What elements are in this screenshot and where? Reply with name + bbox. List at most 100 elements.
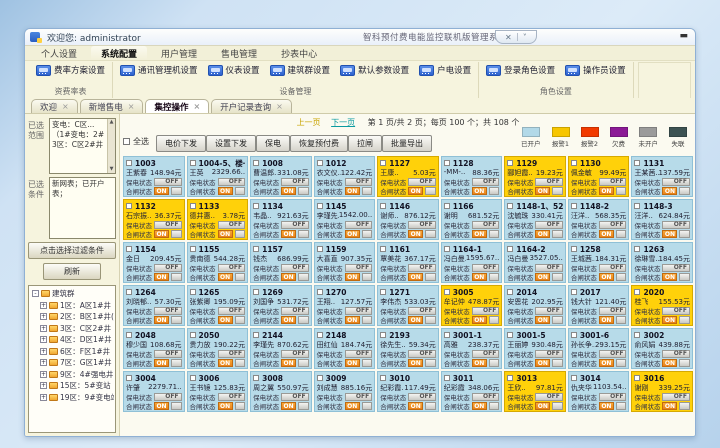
pin-icon[interactable]: ✕	[505, 33, 512, 42]
doc-tab-开户记录查询[interactable]: 开户记录查询×	[211, 99, 292, 113]
keep-status-toggle[interactable]: OFF	[472, 393, 500, 401]
meter-card[interactable]: 1127王康..5.03元保电状态OFF合闸状态ON	[377, 156, 439, 197]
collapse-ribbon-icon[interactable]: ˅	[523, 33, 527, 42]
card-checkbox[interactable]	[190, 203, 196, 209]
switch-status-toggle[interactable]: ON	[218, 273, 233, 281]
meter-card[interactable]: 1129郦妲霞..19.23元保电状态OFF合闸状态ON	[504, 156, 566, 197]
ribbon-button-通讯管理机设置[interactable]: 通讯管理机设置	[120, 64, 198, 76]
meter-card[interactable]: 1145李瑾先..1542.00..保电状态OFF合闸状态ON	[314, 199, 376, 240]
card-checkbox[interactable]	[190, 332, 196, 338]
meter-card[interactable]: 3014仇夹华1103.54..保电状态OFF合闸状态ON	[568, 371, 630, 412]
keep-status-toggle[interactable]: OFF	[281, 221, 309, 229]
ribbon-button-操作员设置[interactable]: 操作员设置	[565, 64, 626, 76]
card-checkbox[interactable]	[380, 289, 386, 295]
meter-card[interactable]: 1164-2冯白曼3527.05..保电状态OFF合闸状态ON	[504, 242, 566, 283]
switch-status-toggle[interactable]: ON	[281, 316, 296, 324]
meter-card[interactable]: 1159大喜直907.35元保电状态OFF合闸状态ON	[314, 242, 376, 283]
card-checkbox[interactable]	[380, 203, 386, 209]
meter-card[interactable]: 2144李瑾先870.62元保电状态OFF合闸状态ON	[250, 328, 312, 369]
switch-status-toggle[interactable]: ON	[281, 230, 296, 238]
keep-status-toggle[interactable]: OFF	[281, 350, 309, 358]
card-checkbox[interactable]	[571, 289, 577, 295]
switch-status-toggle[interactable]: ON	[472, 230, 487, 238]
tree-item[interactable]: +3区：C区2#井（1#变...	[32, 323, 114, 335]
card-checkbox[interactable]	[507, 375, 513, 381]
switch-status-toggle[interactable]: ON	[408, 359, 423, 367]
switch-status-toggle[interactable]: ON	[345, 359, 360, 367]
keep-status-toggle[interactable]: OFF	[218, 393, 246, 401]
card-checkbox[interactable]	[126, 289, 132, 295]
listbox-scrollbar[interactable]: ▲ ▼	[107, 119, 115, 173]
switch-status-toggle[interactable]: ON	[472, 273, 487, 281]
switch-status-toggle[interactable]: ON	[535, 230, 550, 238]
switch-status-toggle[interactable]: ON	[218, 187, 233, 195]
meter-card[interactable]: 1271李伟杰533.03元保电状态OFF合闸状态ON	[377, 285, 439, 326]
switch-status-toggle[interactable]: ON	[599, 273, 614, 281]
ribbon-button-仪表设置[interactable]: 仪表设置	[208, 64, 260, 76]
close-tab-icon[interactable]: ×	[128, 102, 135, 111]
meter-card[interactable]: 1265张紫卿195.09元保电状态OFF合闸状态ON	[187, 285, 249, 326]
switch-status-toggle[interactable]: ON	[154, 273, 169, 281]
switch-status-toggle[interactable]: ON	[345, 316, 360, 324]
card-checkbox[interactable]	[444, 203, 450, 209]
meter-card[interactable]: 1130佩金敏99.49元保电状态OFF合闸状态ON	[568, 156, 630, 197]
ribbon-tab-售电管理[interactable]: 售电管理	[211, 46, 267, 60]
switch-status-toggle[interactable]: ON	[281, 359, 296, 367]
tree-item[interactable]: +2区：B区1#井(B区1#...	[32, 311, 114, 323]
card-checkbox[interactable]	[253, 203, 259, 209]
card-checkbox[interactable]	[380, 246, 386, 252]
switch-status-toggle[interactable]: ON	[535, 316, 550, 324]
switch-status-toggle[interactable]: ON	[408, 187, 423, 195]
meter-card[interactable]: 1128-MM-..88.36元保电状态OFF合闸状态ON	[441, 156, 503, 197]
switch-status-toggle[interactable]: ON	[345, 230, 360, 238]
ribbon-button-默认参数设置[interactable]: 默认参数设置	[340, 64, 409, 76]
meter-card[interactable]: 3005牟记仲478.87元保电状态OFF合闸状态ON	[441, 285, 503, 326]
card-checkbox[interactable]	[126, 375, 132, 381]
keep-status-toggle[interactable]: OFF	[472, 264, 500, 272]
switch-status-toggle[interactable]: ON	[599, 316, 614, 324]
keep-status-toggle[interactable]: OFF	[535, 264, 563, 272]
ribbon-button-建筑群设置[interactable]: 建筑群设置	[270, 64, 331, 76]
tree-root[interactable]: -建筑群	[32, 288, 114, 300]
meter-card[interactable]: 3010纪彩霞..117.49元保电状态OFF合闸状态ON	[377, 371, 439, 412]
switch-status-toggle[interactable]: ON	[535, 273, 550, 281]
meter-card[interactable]: 1008曹温郎..331.08元保电状态OFF合闸状态ON	[250, 156, 312, 197]
meter-card[interactable]: 2050贵力放190.22元保电状态OFF合闸状态ON	[187, 328, 249, 369]
meter-card[interactable]: 2020桂飞155.53元保电状态OFF合闸状态ON	[631, 285, 693, 326]
keep-status-toggle[interactable]: OFF	[345, 307, 373, 315]
tree-item[interactable]: +1区：A区1#井	[32, 300, 114, 312]
meter-card[interactable]: 1270王翔..127.57元保电状态OFF合闸状态ON	[314, 285, 376, 326]
ribbon-tab-抄表中心[interactable]: 抄表中心	[271, 46, 327, 60]
card-checkbox[interactable]	[126, 332, 132, 338]
keep-status-toggle[interactable]: OFF	[472, 350, 500, 358]
toolbar-button-恢复预付费[interactable]: 恢复预付费	[290, 135, 348, 152]
ribbon-tab-系统配置[interactable]: 系统配置	[91, 46, 147, 60]
card-checkbox[interactable]	[126, 160, 132, 166]
keep-status-toggle[interactable]: OFF	[472, 178, 500, 186]
card-checkbox[interactable]	[380, 375, 386, 381]
card-checkbox[interactable]	[253, 246, 259, 252]
meter-card[interactable]: 1258王城茜..184.31元保电状态OFF合闸状态ON	[568, 242, 630, 283]
keep-status-toggle[interactable]: OFF	[154, 307, 182, 315]
keep-status-toggle[interactable]: OFF	[281, 178, 309, 186]
filter-select-button[interactable]: 点击选择过滤条件	[28, 242, 116, 259]
toolbar-button-保电[interactable]: 保电	[256, 135, 290, 152]
selected-condition-listbox[interactable]: 新网表；已开户表；	[49, 177, 116, 239]
switch-status-toggle[interactable]: ON	[218, 316, 233, 324]
card-checkbox[interactable]	[126, 203, 132, 209]
keep-status-toggle[interactable]: OFF	[281, 307, 309, 315]
card-checkbox[interactable]	[190, 246, 196, 252]
meter-card[interactable]: 3004许肇2279.71..保电状态OFF合闸状态ON	[123, 371, 185, 412]
prev-page-link[interactable]: 上一页	[297, 118, 321, 127]
switch-status-toggle[interactable]: ON	[472, 359, 487, 367]
keep-status-toggle[interactable]: OFF	[345, 221, 373, 229]
meter-card[interactable]: 1012衣文仪..122.42元保电状态OFF合闸状态ON	[314, 156, 376, 197]
card-checkbox[interactable]	[253, 289, 259, 295]
keep-status-toggle[interactable]: OFF	[599, 264, 627, 272]
meter-card[interactable]: 1269刘国争531.72元保电状态OFF合闸状态ON	[250, 285, 312, 326]
keep-status-toggle[interactable]: OFF	[599, 221, 627, 229]
meter-card[interactable]: 1148-1、522沈毓珠330.41元保电状态OFF合闸状态ON	[504, 199, 566, 240]
meter-card[interactable]: 3001-5王丽婷930.48元保电状态OFF合闸状态ON	[504, 328, 566, 369]
switch-status-toggle[interactable]: ON	[345, 273, 360, 281]
meter-card[interactable]: 1155贵南德544.28元保电状态OFF合闸状态ON	[187, 242, 249, 283]
